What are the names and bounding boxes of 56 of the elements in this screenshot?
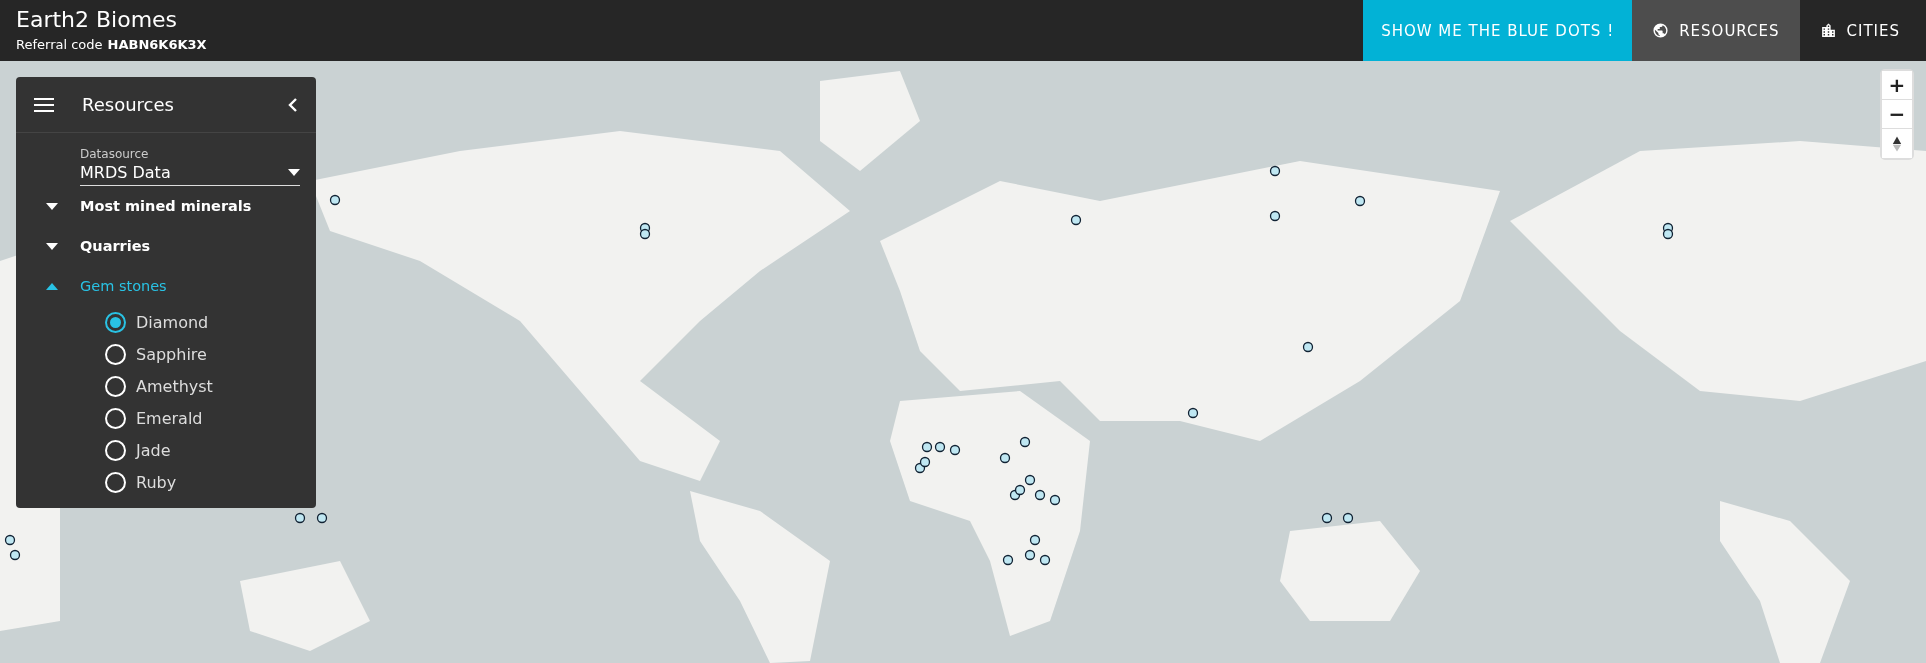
map-marker[interactable] <box>1269 165 1281 177</box>
map-marker[interactable] <box>1024 474 1036 486</box>
radio-option[interactable]: Amethyst <box>16 370 316 402</box>
app-title: Earth2 Biomes <box>16 6 179 34</box>
expand-icon <box>46 202 58 210</box>
panel-title: Resources <box>82 94 175 115</box>
section-header[interactable]: Most mined minerals <box>16 186 316 226</box>
map-marker[interactable] <box>1029 534 1041 546</box>
radio-option[interactable]: Ruby <box>16 466 316 498</box>
map-marker[interactable] <box>1034 489 1046 501</box>
map-marker[interactable] <box>1049 494 1061 506</box>
map-marker[interactable] <box>1321 512 1333 524</box>
expand-icon <box>46 242 58 250</box>
nav-tab[interactable]: RESOURCES <box>1632 0 1800 61</box>
map-marker[interactable] <box>999 452 1011 464</box>
map-marker[interactable] <box>1070 214 1082 226</box>
map-marker[interactable] <box>9 549 21 561</box>
zoom-in-button[interactable]: + <box>1882 71 1912 100</box>
map-marker[interactable] <box>949 444 961 456</box>
menu-icon[interactable] <box>34 97 54 112</box>
referral-label: Referral code <box>16 37 103 52</box>
map-marker[interactable] <box>316 512 328 524</box>
map-marker[interactable] <box>329 194 341 206</box>
map-marker[interactable] <box>1342 512 1354 524</box>
map-marker[interactable] <box>1302 341 1314 353</box>
referral-code: HABN6K6K3X <box>107 37 207 52</box>
map-marker[interactable] <box>919 456 931 468</box>
dropdown-icon <box>288 169 300 176</box>
map-marker[interactable] <box>1187 407 1199 419</box>
map-marker[interactable] <box>1024 549 1036 561</box>
collapse-icon[interactable] <box>288 96 298 113</box>
radio-option[interactable]: Sapphire <box>16 338 316 370</box>
expand-icon <box>46 282 58 290</box>
map-marker[interactable] <box>1662 228 1674 240</box>
map-marker[interactable] <box>1014 484 1026 496</box>
map-marker[interactable] <box>921 441 933 453</box>
map-marker[interactable] <box>294 512 306 524</box>
section-header[interactable]: Gem stones <box>16 266 316 306</box>
map-marker[interactable] <box>1019 436 1031 448</box>
map-marker[interactable] <box>934 441 946 453</box>
radio-option[interactable]: Diamond <box>16 306 316 338</box>
radio-option[interactable]: Jade <box>16 434 316 466</box>
map-marker[interactable] <box>1269 210 1281 222</box>
building-icon <box>1819 22 1837 39</box>
radio-option[interactable]: Emerald <box>16 402 316 434</box>
datasource-label: Datasource <box>80 147 150 161</box>
map-marker[interactable] <box>4 534 16 546</box>
radio-button[interactable] <box>105 311 126 333</box>
compass-icon <box>1892 134 1902 153</box>
datasource-select[interactable]: MRDS Data <box>80 161 300 186</box>
map-marker[interactable] <box>1354 195 1366 207</box>
map-marker[interactable] <box>639 228 651 240</box>
globe-icon <box>1652 22 1670 39</box>
map-marker[interactable] <box>1002 554 1014 566</box>
section-header[interactable]: Quarries <box>16 226 316 266</box>
map-marker[interactable] <box>1039 554 1051 566</box>
